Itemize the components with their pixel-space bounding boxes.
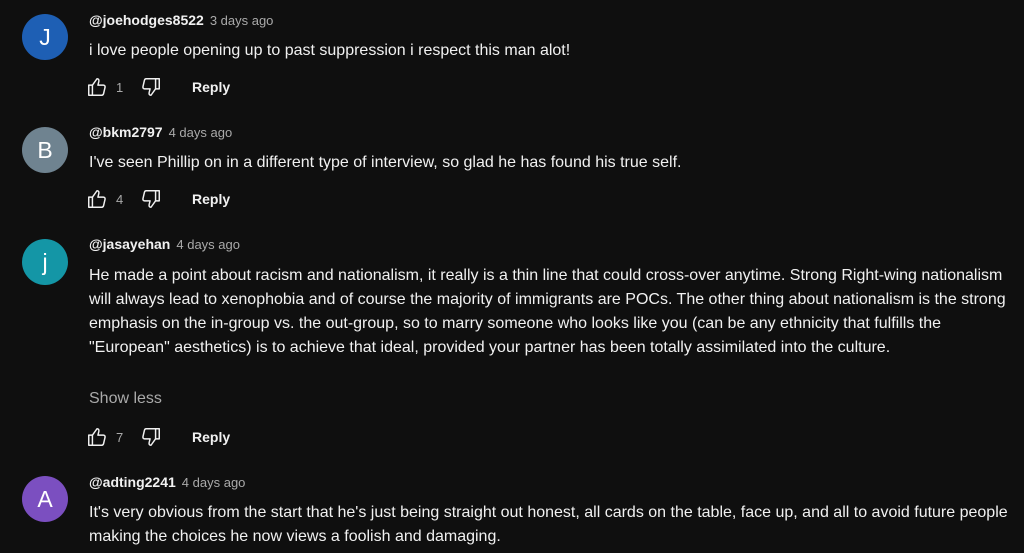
comment-actions: 1 Reply [86,75,230,99]
avatar[interactable]: j [22,239,68,285]
comment-author[interactable]: @bkm2797 [89,124,163,140]
comment-timestamp[interactable]: 4 days ago [182,475,246,490]
reply-button[interactable]: Reply [192,429,230,445]
dislike-icon[interactable] [140,188,162,210]
like-count: 4 [116,191,124,207]
avatar[interactable]: A [22,476,68,522]
comment-header: @adting2241 4 days ago [89,474,245,496]
like-icon[interactable] [86,188,108,210]
comment-timestamp[interactable]: 4 days ago [176,237,240,252]
like-count: 7 [116,429,124,445]
comment-text: I've seen Phillip on in a different type… [89,154,682,171]
comment-header: @bkm2797 4 days ago [89,124,232,146]
avatar[interactable]: B [22,127,68,173]
show-less-button[interactable]: Show less [89,390,162,408]
comment-text: It's very obvious from the start that he… [89,504,1008,545]
like-icon[interactable] [86,76,108,98]
dislike-icon[interactable] [140,426,162,448]
comment-text: He made a point about racism and nationa… [89,267,1006,356]
comment-author[interactable]: @jasayehan [89,236,170,252]
like-count: 1 [116,79,124,95]
comment-timestamp[interactable]: 3 days ago [210,13,274,28]
comment-header: @joehodges8522 3 days ago [89,12,273,34]
comment-timestamp[interactable]: 4 days ago [169,125,233,140]
reply-button[interactable]: Reply [192,191,230,207]
dislike-icon[interactable] [140,76,162,98]
avatar[interactable]: J [22,14,68,60]
like-icon[interactable] [86,426,108,448]
comment-actions: 4 Reply [86,187,230,211]
comment-header: @jasayehan 4 days ago [89,236,240,258]
comment-author[interactable]: @joehodges8522 [89,12,204,28]
comments-section: J @joehodges8522 3 days ago i love peopl… [0,0,1024,553]
comment-actions: 7 Reply [86,425,230,449]
comment-text: i love people opening up to past suppres… [89,42,571,59]
reply-button[interactable]: Reply [192,79,230,95]
comment-author[interactable]: @adting2241 [89,474,176,490]
